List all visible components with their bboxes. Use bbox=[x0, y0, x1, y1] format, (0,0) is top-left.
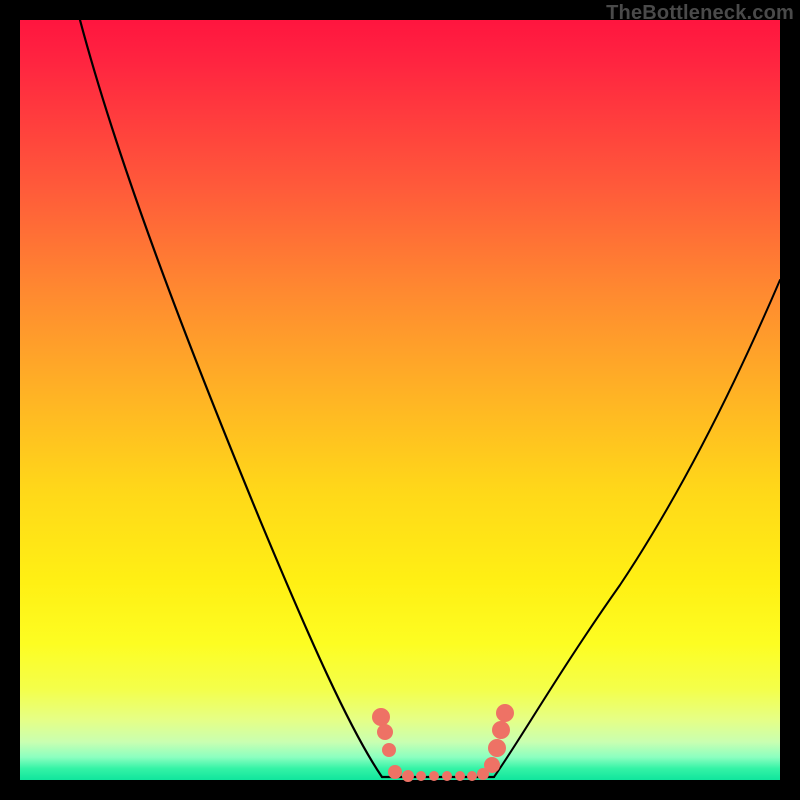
chart-stage: TheBottleneck.com bbox=[0, 0, 800, 800]
valley-marker-5 bbox=[416, 771, 426, 781]
valley-marker-1 bbox=[377, 724, 393, 740]
right-curve-path bbox=[494, 280, 780, 777]
valley-marker-7 bbox=[442, 771, 452, 781]
valley-marker-4 bbox=[402, 770, 414, 782]
valley-marker-12 bbox=[488, 739, 506, 757]
valley-marker-0 bbox=[372, 708, 390, 726]
valley-marker-6 bbox=[429, 771, 439, 781]
valley-marker-2 bbox=[382, 743, 396, 757]
valley-marker-3 bbox=[388, 765, 402, 779]
valley-marker-14 bbox=[496, 704, 514, 722]
curve-group bbox=[80, 20, 780, 777]
marker-group bbox=[372, 704, 514, 782]
plot-area bbox=[20, 20, 780, 780]
left-curve-path bbox=[80, 20, 382, 777]
valley-marker-8 bbox=[455, 771, 465, 781]
valley-marker-9 bbox=[467, 771, 477, 781]
valley-marker-11 bbox=[484, 757, 500, 773]
valley-marker-13 bbox=[492, 721, 510, 739]
curve-layer bbox=[20, 20, 780, 780]
